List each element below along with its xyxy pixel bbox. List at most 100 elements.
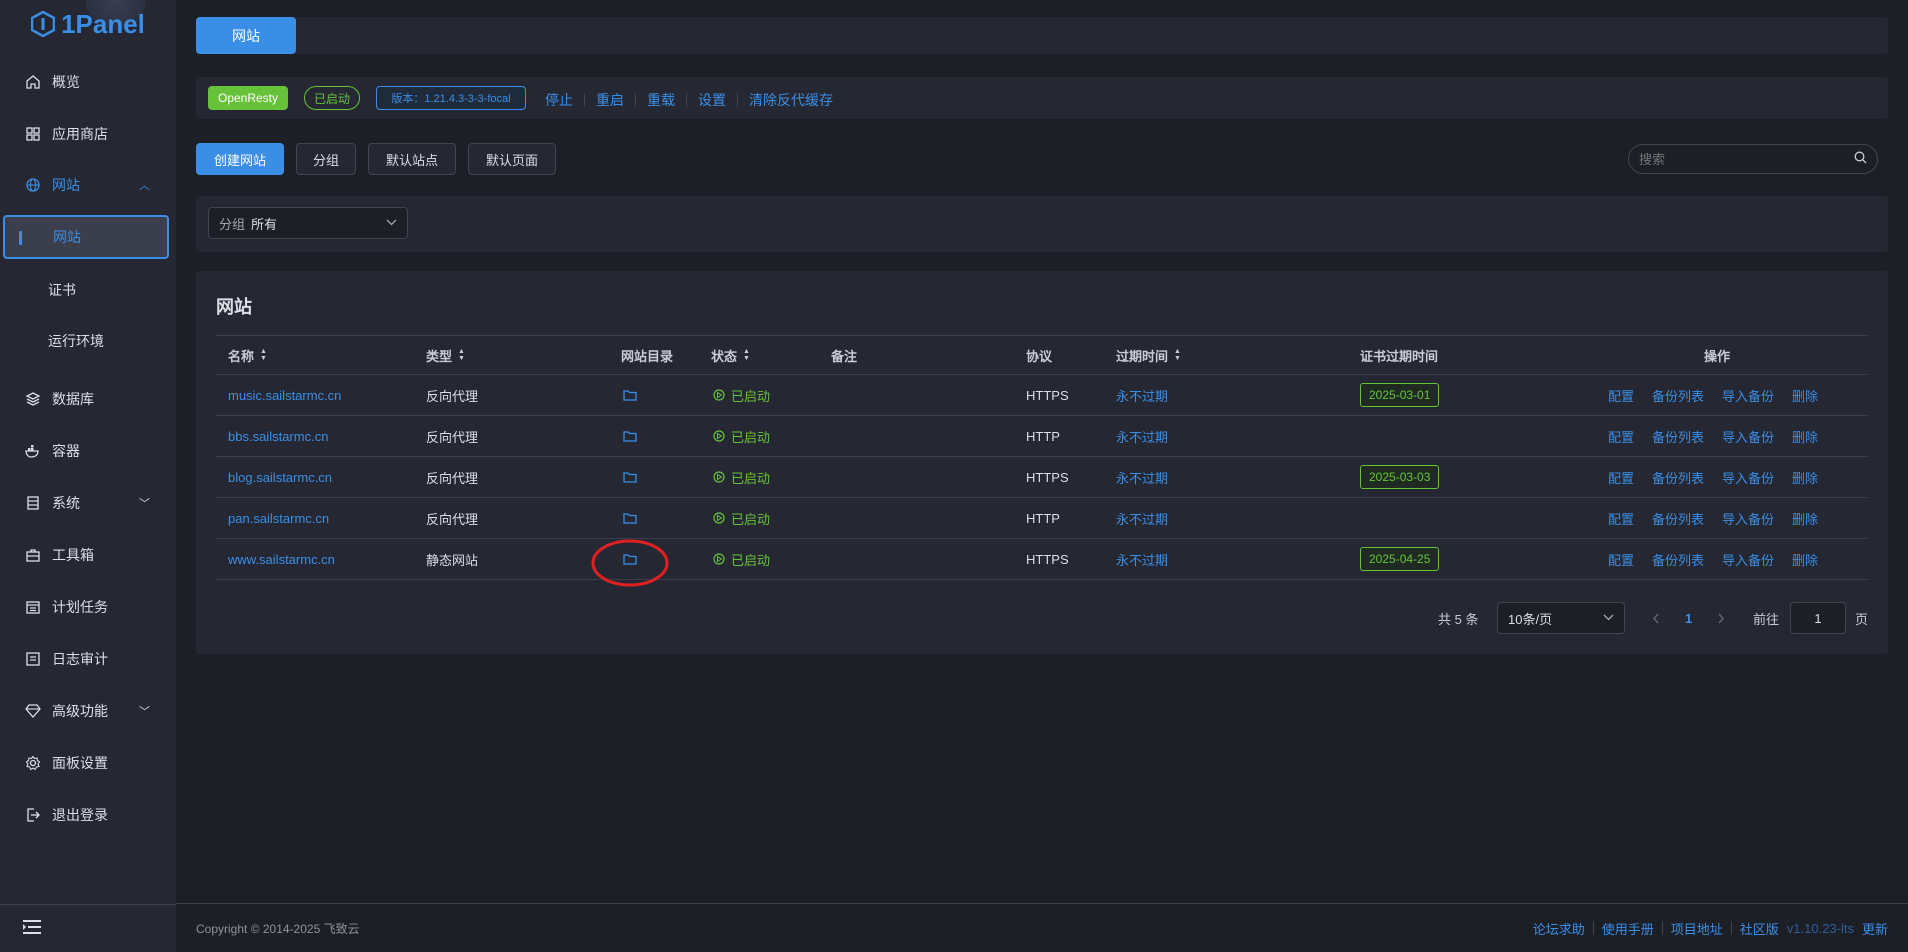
col-status[interactable]: 状态 ▲ ▼	[711, 336, 750, 374]
delete-link[interactable]: 删除	[1792, 550, 1818, 569]
site-expire-link[interactable]: 永不过期	[1116, 457, 1168, 497]
version-text: v1.10.23-lts	[1786, 920, 1854, 936]
sort-icon[interactable]: ▲ ▼	[1174, 348, 1181, 362]
next-page-icon[interactable]	[1717, 602, 1725, 634]
menu-collapse-icon[interactable]	[22, 919, 42, 938]
filter-bar	[196, 196, 1888, 252]
tab-website[interactable]: 网站	[196, 17, 296, 54]
forum-link[interactable]: 论坛求助	[1533, 919, 1585, 938]
project-link[interactable]: 项目地址	[1671, 919, 1723, 938]
sidebar-item-advanced[interactable]: 高级功能 ﹀	[0, 686, 176, 736]
site-status[interactable]: 已启动	[713, 457, 770, 497]
prev-page-icon[interactable]	[1652, 602, 1660, 634]
settings-link[interactable]: 设置	[698, 90, 726, 110]
row-actions: 配置 备份列表 导入备份 删除	[1608, 375, 1818, 415]
import-backup-link[interactable]: 导入备份	[1722, 550, 1774, 569]
page-number-current[interactable]: 1	[1685, 602, 1692, 634]
reload-link[interactable]: 重载	[647, 90, 675, 110]
config-link[interactable]: 配置	[1608, 509, 1634, 528]
import-backup-link[interactable]: 导入备份	[1722, 386, 1774, 405]
site-name-link[interactable]: bbs.sailstarmc.cn	[228, 416, 328, 456]
site-expire-link[interactable]: 永不过期	[1116, 539, 1168, 579]
sidebar-item-overview[interactable]: 概览	[0, 57, 176, 107]
default-site-button[interactable]: 默认站点	[368, 143, 456, 175]
create-website-button[interactable]: 创建网站	[196, 143, 284, 175]
sidebar-item-app-store[interactable]: 应用商店	[0, 109, 176, 159]
import-backup-link[interactable]: 导入备份	[1722, 427, 1774, 446]
config-link[interactable]: 配置	[1608, 427, 1634, 446]
backup-list-link[interactable]: 备份列表	[1652, 550, 1704, 569]
sidebar-item-logout[interactable]: 退出登录	[0, 790, 176, 840]
sort-icon[interactable]: ▲ ▼	[458, 348, 465, 362]
row-actions: 配置 备份列表 导入备份 删除	[1608, 416, 1818, 456]
stop-link[interactable]: 停止	[545, 90, 573, 110]
delete-link[interactable]: 删除	[1792, 509, 1818, 528]
site-expire-link[interactable]: 永不过期	[1116, 498, 1168, 538]
restart-link[interactable]: 重启	[596, 90, 624, 110]
site-name-link[interactable]: blog.sailstarmc.cn	[228, 457, 332, 497]
delete-link[interactable]: 删除	[1792, 468, 1818, 487]
community-edition-link[interactable]: 社区版	[1740, 919, 1779, 938]
col-name[interactable]: 名称 ▲ ▼	[228, 336, 267, 374]
delete-link[interactable]: 删除	[1792, 386, 1818, 405]
folder-icon[interactable]	[623, 375, 637, 415]
default-page-button[interactable]: 默认页面	[468, 143, 556, 175]
search-icon[interactable]	[1854, 151, 1867, 167]
manual-link[interactable]: 使用手册	[1602, 919, 1654, 938]
folder-icon[interactable]	[623, 498, 637, 538]
site-name-link[interactable]: music.sailstarmc.cn	[228, 375, 341, 415]
backup-list-link[interactable]: 备份列表	[1652, 386, 1704, 405]
sidebar-subitem-certificate[interactable]: 证书	[0, 265, 176, 315]
site-expire-link[interactable]: 永不过期	[1116, 375, 1168, 415]
import-backup-link[interactable]: 导入备份	[1722, 468, 1774, 487]
site-status[interactable]: 已启动	[713, 416, 770, 456]
site-status[interactable]: 已启动	[713, 539, 770, 579]
config-link[interactable]: 配置	[1608, 468, 1634, 487]
search-input[interactable]	[1639, 151, 1854, 167]
filter-label: 分组	[219, 216, 246, 232]
update-link[interactable]: 更新	[1862, 919, 1888, 938]
col-type[interactable]: 类型 ▲ ▼	[426, 336, 465, 374]
group-button[interactable]: 分组	[296, 143, 356, 175]
clear-proxy-cache-link[interactable]: 清除反代缓存	[749, 90, 833, 110]
delete-link[interactable]: 删除	[1792, 427, 1818, 446]
sidebar-item-container[interactable]: 容器	[0, 426, 176, 476]
table-header: 名称 ▲ ▼ 类型 ▲ ▼ 网站目录 状态 ▲ ▼ 备注 协议 过期时间 ▲ ▼ 证书过期时间 …	[216, 335, 1868, 375]
sidebar-item-log-audit[interactable]: 日志审计	[0, 634, 176, 684]
sort-icon[interactable]: ▲ ▼	[260, 348, 267, 362]
sidebar-item-label: 退出登录	[52, 807, 108, 823]
import-backup-link[interactable]: 导入备份	[1722, 509, 1774, 528]
gear-icon	[24, 754, 42, 772]
col-expire[interactable]: 过期时间 ▲ ▼	[1116, 336, 1181, 374]
sidebar-subitem-website[interactable]: 网站	[3, 215, 169, 259]
site-name-link[interactable]: pan.sailstarmc.cn	[228, 498, 329, 538]
config-link[interactable]: 配置	[1608, 550, 1634, 569]
goto-page-input[interactable]: 1	[1790, 602, 1846, 634]
sidebar-item-cron[interactable]: 计划任务	[0, 582, 176, 632]
backup-list-link[interactable]: 备份列表	[1652, 427, 1704, 446]
site-protocol: HTTP	[1026, 510, 1060, 526]
folder-icon[interactable]	[623, 416, 637, 456]
sidebar-subitem-runtime[interactable]: 运行环境	[0, 316, 176, 366]
col-remark: 备注	[831, 348, 858, 364]
backup-list-link[interactable]: 备份列表	[1652, 468, 1704, 487]
config-link[interactable]: 配置	[1608, 386, 1634, 405]
play-circle-icon	[713, 471, 725, 483]
site-status[interactable]: 已启动	[713, 375, 770, 415]
site-status[interactable]: 已启动	[713, 498, 770, 538]
sidebar-item-toolbox[interactable]: 工具箱	[0, 530, 176, 580]
sort-icon[interactable]: ▲ ▼	[743, 348, 750, 362]
site-expire-link[interactable]: 永不过期	[1116, 416, 1168, 456]
site-name-link[interactable]: www.sailstarmc.cn	[228, 539, 335, 579]
sidebar-item-website[interactable]: 网站 ︿	[0, 160, 176, 210]
sidebar-item-database[interactable]: 数据库	[0, 374, 176, 424]
version-badge: 版本：1.21.4.3-3-3-focal	[376, 86, 526, 110]
sidebar-item-settings[interactable]: 面板设置	[0, 738, 176, 788]
page-size-select[interactable]: 10条/页	[1497, 602, 1625, 634]
sidebar-item-system[interactable]: 系统 ﹀	[0, 478, 176, 528]
folder-icon[interactable]	[623, 457, 637, 497]
site-type: 反向代理	[426, 429, 479, 445]
group-filter-select[interactable]: 分组 所有	[208, 207, 408, 239]
col-protocol: 协议	[1026, 348, 1053, 364]
backup-list-link[interactable]: 备份列表	[1652, 509, 1704, 528]
